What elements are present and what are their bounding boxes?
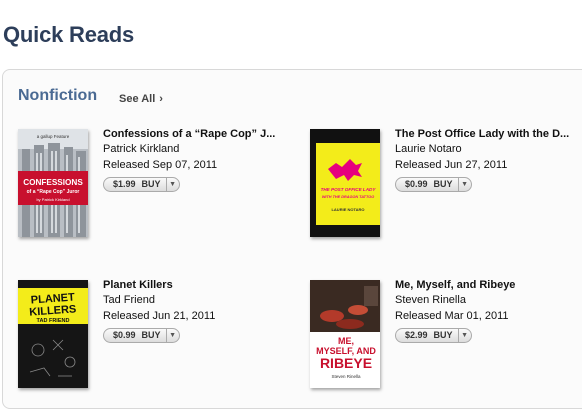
- page-title: Quick Reads: [3, 22, 135, 47]
- book-item[interactable]: a gallup Feature CONFESSIONS of a “Rape …: [18, 127, 288, 239]
- book-cover-planet-killers[interactable]: PLANET KILLERS TAD FRIEND: [18, 280, 88, 388]
- cover-title: CONFESSIONS: [23, 178, 83, 187]
- chevron-right-icon: ›: [159, 93, 163, 105]
- book-release-date: Released Jun 27, 2011: [395, 159, 508, 171]
- buy-button[interactable]: $0.99 BUY ▼: [103, 328, 180, 343]
- buy-label: BUY: [433, 330, 453, 340]
- cover-byline: Steven Rinella: [331, 374, 361, 379]
- book-author[interactable]: Steven Rinella: [395, 292, 580, 308]
- book-release-date: Released Jun 21, 2011: [103, 310, 216, 322]
- cover-subtitle: of a “Rape Cop” Juror: [27, 189, 80, 195]
- book-item[interactable]: PLANET KILLERS TAD FRIEND Planet Killers…: [18, 278, 288, 390]
- dropdown-arrow-icon[interactable]: ▼: [165, 329, 179, 342]
- buy-label: BUY: [141, 330, 161, 340]
- see-all-label: See All: [119, 93, 156, 105]
- book-info: Planet Killers Tad Friend Released Jun 2…: [103, 278, 288, 343]
- buy-price: $1.99: [113, 179, 136, 189]
- book-cover-ribeye[interactable]: ME, MYSELF, AND RIBEYE Steven Rinella: [310, 280, 380, 388]
- book-title[interactable]: Me, Myself, and Ribeye: [395, 278, 580, 292]
- book-author[interactable]: Tad Friend: [103, 292, 288, 308]
- section-title: Nonfiction: [18, 87, 98, 104]
- book-release-date: Released Mar 01, 2011: [395, 310, 509, 322]
- buy-label: BUY: [433, 179, 453, 189]
- dropdown-arrow-icon[interactable]: ▼: [165, 178, 179, 191]
- book-info: The Post Office Lady with the D... Lauri…: [395, 127, 580, 192]
- buy-price: $2.99: [405, 330, 428, 340]
- see-all-link[interactable]: See All ›: [119, 93, 163, 105]
- book-item[interactable]: THE POST OFFICE LADY WITH THE DRAGON TAT…: [310, 127, 580, 239]
- book-cover-post-office-lady[interactable]: THE POST OFFICE LADY WITH THE DRAGON TAT…: [310, 129, 380, 237]
- book-title[interactable]: Confessions of a “Rape Cop” J...: [103, 127, 288, 141]
- book-cover-confessions[interactable]: a gallup Feature CONFESSIONS of a “Rape …: [18, 129, 88, 237]
- buy-price: $0.99: [113, 330, 136, 340]
- buy-button[interactable]: $1.99 BUY ▼: [103, 177, 180, 192]
- book-title[interactable]: Planet Killers: [103, 278, 288, 292]
- cover-title: ME,: [338, 336, 354, 346]
- book-release-date: Released Sep 07, 2011: [103, 159, 218, 171]
- book-info: Confessions of a “Rape Cop” J... Patrick…: [103, 127, 288, 192]
- cover-subtitle: WITH THE DRAGON TATTOO: [322, 195, 374, 199]
- dropdown-arrow-icon[interactable]: ▼: [457, 329, 471, 342]
- book-title[interactable]: The Post Office Lady with the D...: [395, 127, 580, 141]
- book-info: Me, Myself, and Ribeye Steven Rinella Re…: [395, 278, 580, 343]
- cover-top-text: a gallup Feature: [37, 134, 70, 139]
- book-author[interactable]: Patrick Kirkland: [103, 141, 288, 157]
- dropdown-arrow-icon[interactable]: ▼: [457, 178, 471, 191]
- buy-label: BUY: [141, 179, 161, 189]
- cover-title: THE POST OFFICE LADY: [321, 187, 377, 192]
- buy-price: $0.99: [405, 179, 428, 189]
- cover-byline: by Patrick Kirkland: [36, 197, 69, 202]
- buy-button[interactable]: $0.99 BUY ▼: [395, 177, 472, 192]
- book-item[interactable]: ME, MYSELF, AND RIBEYE Steven Rinella Me…: [310, 278, 580, 390]
- cover-title-3: RIBEYE: [320, 355, 372, 371]
- cover-byline: LAURIE NOTARO: [331, 207, 364, 212]
- book-author[interactable]: Laurie Notaro: [395, 141, 580, 157]
- buy-button[interactable]: $2.99 BUY ▼: [395, 328, 472, 343]
- cover-byline: TAD FRIEND: [37, 318, 70, 324]
